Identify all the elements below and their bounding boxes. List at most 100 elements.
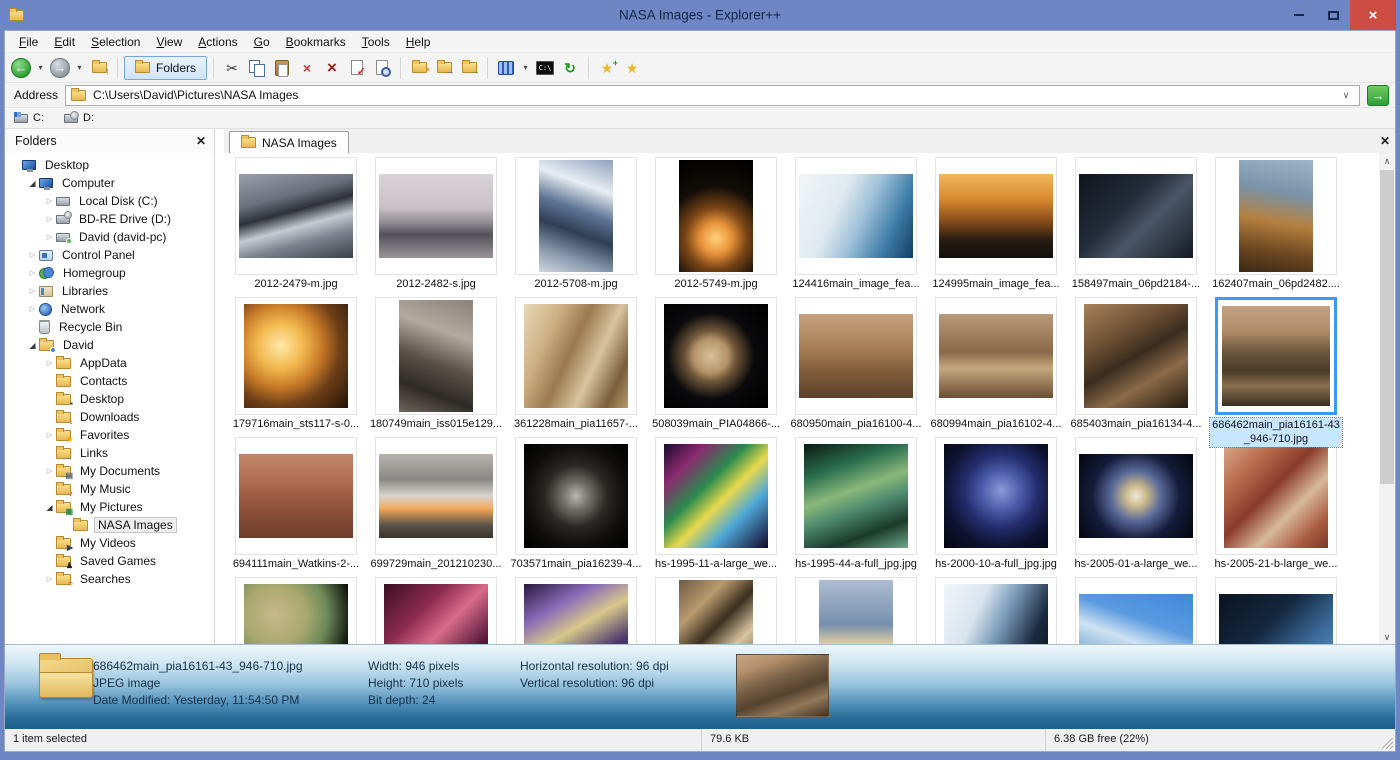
expand-arrow-icon[interactable]: ▷ — [43, 431, 56, 439]
forward-button[interactable]: → — [48, 55, 72, 81]
file-item-hs-1995-44-a-full-jpg-jpg[interactable]: hs-1995-44-a-full_jpg.jpg — [786, 437, 926, 577]
properties-button[interactable] — [345, 55, 369, 81]
new-folder-button[interactable]: * — [407, 55, 431, 81]
tree-item-desktop[interactable]: Desktop — [5, 156, 214, 174]
file-item-hs-2000-10-a-full-jpg-jpg[interactable]: hs-2000-10-a-full_jpg.jpg — [926, 437, 1066, 577]
menu-selection[interactable]: Selection — [83, 32, 148, 52]
delete-button[interactable]: × — [295, 55, 319, 81]
tree-item-nasa-images[interactable]: NASA Images — [5, 516, 214, 534]
file-item-row4-5[interactable] — [786, 577, 926, 646]
file-item-703571main-pia16239-4[interactable]: 703571main_pia16239-4... — [506, 437, 646, 577]
bookmarks-button[interactable]: ★ — [620, 55, 644, 81]
tree-item-david[interactable]: ◢David — [5, 336, 214, 354]
refresh-button[interactable]: ↻ — [558, 55, 582, 81]
copy-to-folder-button[interactable]: → — [432, 55, 456, 81]
expand-arrow-icon[interactable]: ▷ — [26, 305, 39, 313]
file-item-hs-2005-01-a-large-we[interactable]: hs-2005-01-a-large_we... — [1066, 437, 1206, 577]
add-bookmark-button[interactable]: ★+ — [595, 55, 619, 81]
file-item-row4-1[interactable] — [226, 577, 366, 646]
expand-arrow-icon[interactable]: ▷ — [43, 197, 56, 205]
back-history-dropdown[interactable]: ▾ — [34, 55, 47, 81]
tree-item-control-panel[interactable]: ▷Control Panel — [5, 246, 214, 264]
search-button[interactable] — [370, 55, 394, 81]
tree-item-homegroup[interactable]: ▷Homegroup — [5, 264, 214, 282]
tree-item-my-documents[interactable]: ▷▤My Documents — [5, 462, 214, 480]
file-item-361228main-pia11657[interactable]: 361228main_pia11657-... — [506, 297, 646, 437]
file-item-2012-5708-m-jpg[interactable]: 2012-5708-m.jpg — [506, 157, 646, 297]
scrollbar-track[interactable] — [1379, 170, 1395, 629]
tree-item-contacts[interactable]: Contacts — [5, 372, 214, 390]
menu-help[interactable]: Help — [398, 32, 439, 52]
file-item-row4-6[interactable] — [926, 577, 1066, 646]
tree-item-appdata[interactable]: ▷AppData — [5, 354, 214, 372]
expand-arrow-icon[interactable]: ▷ — [26, 269, 39, 277]
expand-arrow-icon[interactable]: ▷ — [43, 575, 56, 583]
menu-bookmarks[interactable]: Bookmarks — [278, 32, 354, 52]
pane-splitter[interactable] — [215, 129, 224, 644]
file-item-699729main-201210230[interactable]: 699729main_201210230... — [366, 437, 506, 577]
file-item-row4-8[interactable] — [1206, 577, 1346, 646]
command-prompt-button[interactable]: C:\ — [533, 55, 557, 81]
menu-actions[interactable]: Actions — [190, 32, 245, 52]
cut-button[interactable]: ✂ — [220, 55, 244, 81]
expand-arrow-icon[interactable]: ▷ — [43, 233, 56, 241]
menu-edit[interactable]: Edit — [46, 32, 83, 52]
scrollbar-thumb[interactable] — [1380, 170, 1394, 484]
scroll-up-icon[interactable]: ∧ — [1379, 153, 1395, 170]
expand-arrow-icon[interactable]: ▷ — [43, 359, 56, 367]
file-item-179716main-sts117-s-0[interactable]: 179716main_sts117-s-0... — [226, 297, 366, 437]
tree-item-my-music[interactable]: ♪My Music — [5, 480, 214, 498]
tree-item-computer[interactable]: ◢Computer — [5, 174, 214, 192]
file-item-row4-4[interactable] — [646, 577, 786, 646]
copy-button[interactable] — [245, 55, 269, 81]
address-input[interactable]: C:\Users\David\Pictures\NASA Images ∨ — [65, 85, 1360, 106]
tree-item-searches[interactable]: ▷○Searches — [5, 570, 214, 588]
minimize-button[interactable] — [1282, 0, 1316, 30]
file-item-124416main-image-fea[interactable]: 124416main_image_fea... — [786, 157, 926, 297]
drive-button-d[interactable]: D: — [64, 112, 94, 124]
go-button[interactable]: → — [1367, 85, 1389, 106]
tree-item-my-pictures[interactable]: ◢▣My Pictures — [5, 498, 214, 516]
expand-arrow-icon[interactable]: ◢ — [26, 179, 39, 188]
tree-item-local-disk-c[interactable]: ▷Local Disk (C:) — [5, 192, 214, 210]
tree-item-recycle-bin[interactable]: Recycle Bin — [5, 318, 214, 336]
file-item-2012-5749-m-jpg[interactable]: 2012-5749-m.jpg — [646, 157, 786, 297]
back-button[interactable]: ← — [9, 55, 33, 81]
menu-go[interactable]: Go — [246, 32, 278, 52]
maximize-button[interactable] — [1316, 0, 1350, 30]
tree-item-desktop[interactable]: ▪Desktop — [5, 390, 214, 408]
tree-item-libraries[interactable]: ▷Libraries — [5, 282, 214, 300]
tree-item-favorites[interactable]: ▷★Favorites — [5, 426, 214, 444]
file-item-158497main-06pd2184[interactable]: 158497main_06pd2184-... — [1066, 157, 1206, 297]
menu-tools[interactable]: Tools — [354, 32, 398, 52]
tree-item-downloads[interactable]: ↓Downloads — [5, 408, 214, 426]
file-item-2012-2482-s-jpg[interactable]: 2012-2482-s.jpg — [366, 157, 506, 297]
tab-nasa-images[interactable]: NASA Images — [229, 131, 349, 153]
file-item-row4-7[interactable] — [1066, 577, 1206, 646]
file-item-180749main-iss015e129[interactable]: 180749main_iss015e129... — [366, 297, 506, 437]
tree-item-bd-re-drive-d[interactable]: ▷BD-RE Drive (D:) — [5, 210, 214, 228]
file-item-686462main-pia16161-43-946-710-jpg[interactable]: 686462main_pia16161-43_946-710.jpg — [1206, 297, 1346, 437]
views-dropdown[interactable]: ▾ — [519, 55, 532, 81]
menu-view[interactable]: View — [148, 32, 190, 52]
expand-arrow-icon[interactable]: ◢ — [26, 341, 39, 350]
expand-arrow-icon[interactable]: ▷ — [43, 215, 56, 223]
tree-item-david-david-pc[interactable]: ▷David (david-pc) — [5, 228, 214, 246]
delete-permanently-button[interactable]: × — [320, 55, 344, 81]
forward-history-dropdown[interactable]: ▾ — [73, 55, 86, 81]
file-item-508039main-pia04866[interactable]: 508039main_PIA04866-... — [646, 297, 786, 437]
tree-item-saved-games[interactable]: ♟Saved Games — [5, 552, 214, 570]
tree-item-network[interactable]: ▷Network — [5, 300, 214, 318]
file-item-685403main-pia16134-4[interactable]: 685403main_pia16134-4... — [1066, 297, 1206, 437]
tree-item-my-videos[interactable]: ▶My Videos — [5, 534, 214, 552]
file-item-row4-3[interactable] — [506, 577, 646, 646]
file-item-124995main-image-fea[interactable]: 124995main_image_fea... — [926, 157, 1066, 297]
expand-arrow-icon[interactable]: ▷ — [26, 251, 39, 259]
up-one-level-button[interactable]: ↑ — [87, 55, 111, 81]
expand-arrow-icon[interactable]: ◢ — [43, 503, 56, 512]
views-button[interactable] — [494, 55, 518, 81]
folders-toggle-button[interactable]: Folders — [124, 56, 207, 80]
move-to-folder-button[interactable]: → — [457, 55, 481, 81]
file-item-2012-2479-m-jpg[interactable]: 2012-2479-m.jpg — [226, 157, 366, 297]
file-item-row4-2[interactable] — [366, 577, 506, 646]
